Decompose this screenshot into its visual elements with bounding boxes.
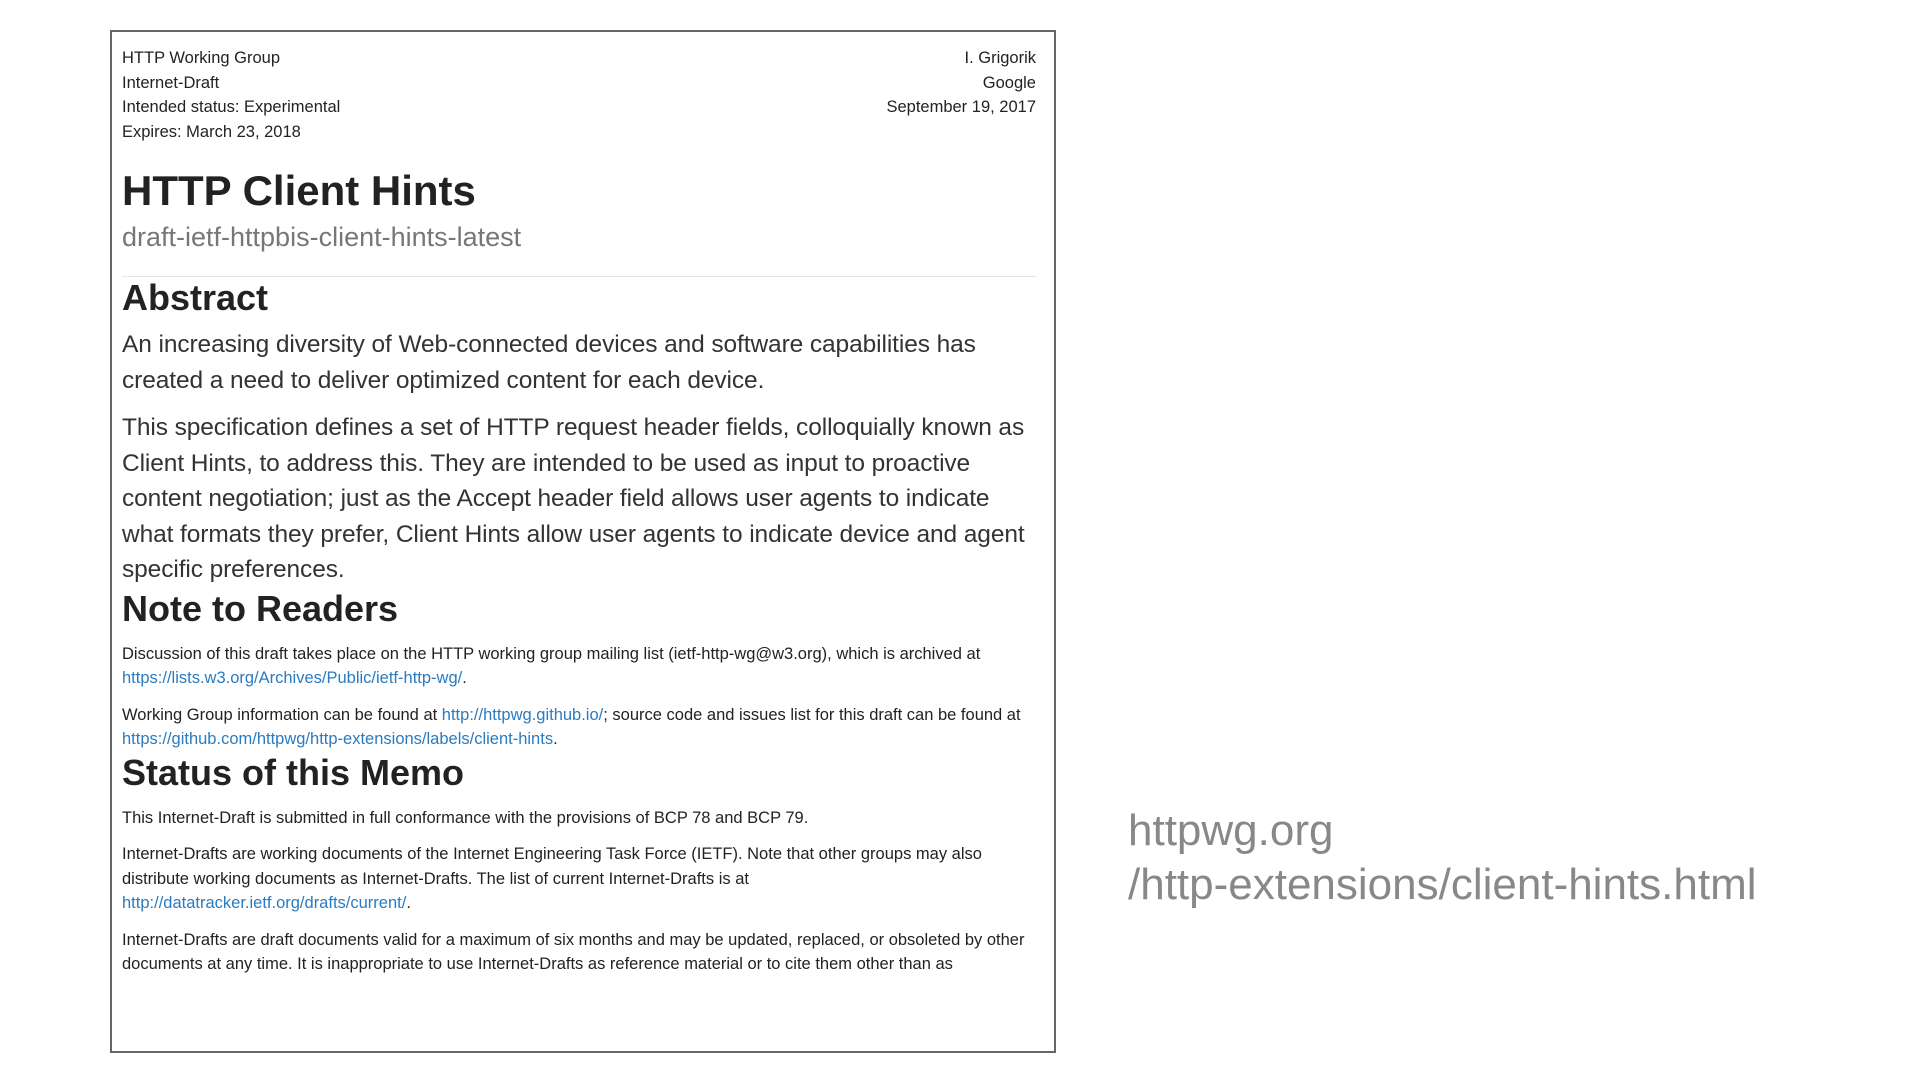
header-right: I. Grigorik Google September 19, 2017 (886, 46, 1036, 120)
status-p2-end: . (406, 894, 411, 912)
status-paragraph-1: This Internet-Draft is submitted in full… (122, 808, 809, 827)
draft-name: draft-ietf-httpbis-client-hints-latest (122, 222, 522, 252)
working-group-link[interactable]: http://httpwg.github.io/ (442, 706, 603, 724)
header-left: HTTP Working Group Internet-Draft Intend… (122, 46, 340, 144)
spec-url-line-1: httpwg.org (1128, 806, 1334, 855)
note-paragraph-1: Discussion of this draft takes place on … (122, 642, 1036, 691)
header-expires: Expires: March 23, 2018 (122, 122, 301, 141)
header-date: September 19, 2017 (886, 98, 1036, 116)
note-p1-text: Discussion of this draft takes place on … (122, 644, 981, 663)
spec-url-line-2: /http-extensions/client-hints.html (1128, 860, 1757, 909)
header-organization: Google (982, 73, 1036, 92)
header-working-group: HTTP Working Group (122, 49, 281, 67)
note-p2-mid: ; source code and issues list for this d… (603, 705, 1021, 724)
document-header: HTTP Working Group Internet-Draft Intend… (122, 46, 1036, 156)
document-content: HTTP Working Group Internet-Draft Intend… (122, 46, 1036, 977)
header-intended-status: Intended status: Experimental (122, 98, 341, 116)
spec-url-caption: httpwg.org /http-extensions/client-hints… (1128, 804, 1757, 912)
issues-list-link[interactable]: https://github.com/httpwg/http-extension… (122, 730, 553, 748)
note-paragraph-2: Working Group information can be found a… (122, 703, 1036, 752)
status-paragraph-3: Internet-Drafts are draft documents vali… (122, 930, 1025, 974)
abstract-heading: Abstract (122, 277, 269, 318)
status-p2-text: Internet-Drafts are working documents of… (122, 845, 982, 888)
mailing-list-archive-link[interactable]: https://lists.w3.org/Archives/Public/iet… (122, 669, 462, 687)
status-paragraph-2: Internet-Drafts are working documents of… (122, 842, 1036, 916)
current-drafts-link[interactable]: http://datatracker.ietf.org/drafts/curre… (122, 894, 406, 912)
header-author: I. Grigorik (964, 49, 1036, 67)
abstract-paragraph-2: This specification defines a set of HTTP… (122, 414, 1025, 583)
page-title: HTTP Client Hints (122, 167, 476, 214)
abstract-paragraph-1: An increasing diversity of Web-connected… (122, 331, 976, 394)
note-p2-text: Working Group information can be found a… (122, 705, 442, 724)
note-p1-end: . (462, 669, 467, 687)
document-screenshot: HTTP Working Group Internet-Draft Intend… (110, 30, 1056, 1053)
note-p2-end: . (553, 730, 558, 748)
status-heading: Status of this Memo (122, 751, 465, 793)
note-to-readers-heading: Note to Readers (122, 587, 399, 629)
header-doc-type: Internet-Draft (122, 73, 220, 92)
